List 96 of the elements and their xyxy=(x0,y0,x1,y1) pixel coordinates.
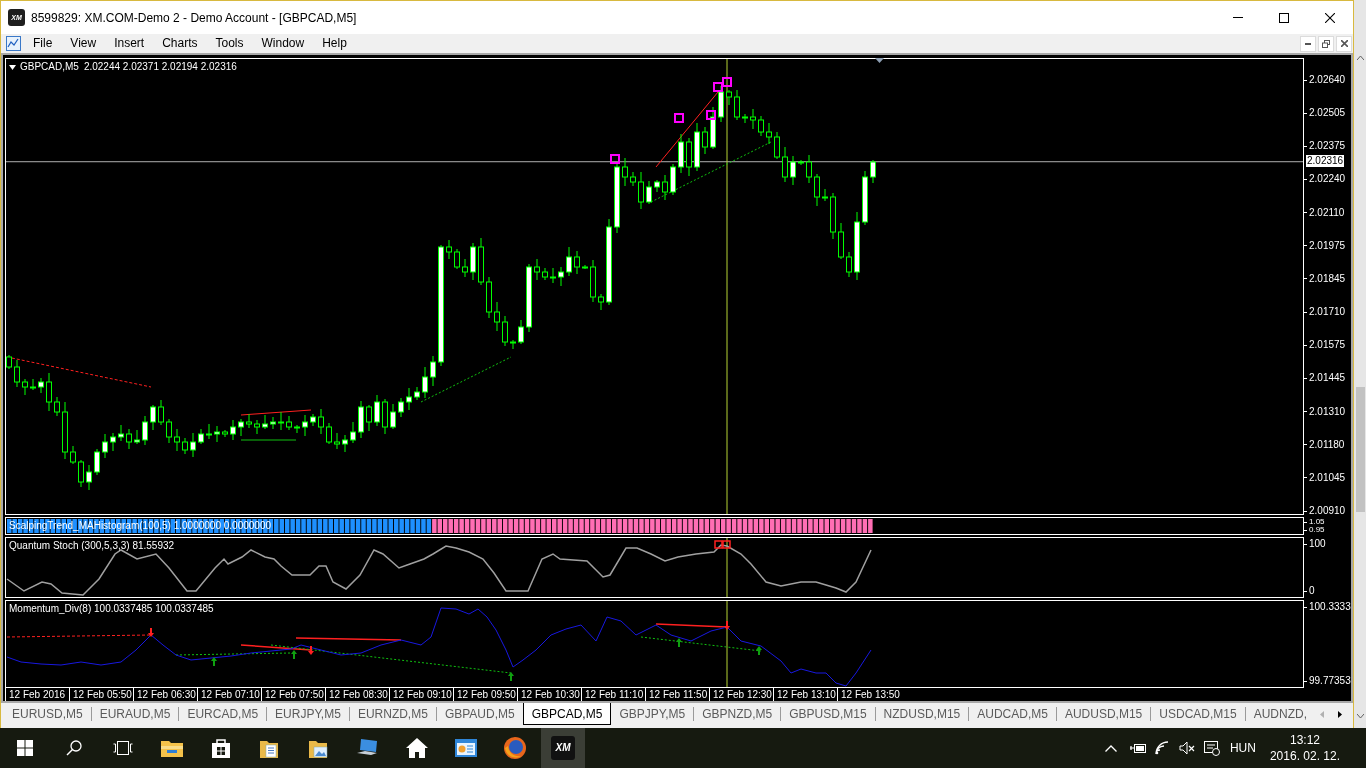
time-label: 12 Feb 13:50 xyxy=(841,688,900,701)
globe-icon xyxy=(502,736,527,760)
price-label: 2.01845 xyxy=(1309,272,1346,285)
minimize-icon xyxy=(1305,42,1311,45)
axis-label: 99.77353 xyxy=(1309,675,1351,687)
price-label: 2.01045 xyxy=(1309,471,1346,484)
price-label: 2.02640 xyxy=(1309,74,1346,86)
restore-icon xyxy=(1322,39,1330,48)
axis-label: 1.05 xyxy=(1309,518,1325,526)
chart-tab[interactable]: GBPAUD,M5 xyxy=(436,703,523,725)
time-label: 12 Feb 13:10 xyxy=(777,688,836,701)
time-label: 12 Feb 2016 xyxy=(9,688,66,701)
document-folder-icon xyxy=(259,738,280,758)
shopping-bag-icon xyxy=(210,738,231,758)
chart-tab[interactable]: USDCAD,M15 xyxy=(1151,703,1245,725)
trading-app-button[interactable]: XM xyxy=(541,728,585,768)
time-label: 12 Feb 09:50 xyxy=(457,688,516,701)
chart-tab[interactable]: NZDUSD,M15 xyxy=(875,703,969,725)
time-label: 12 Feb 09:10 xyxy=(393,688,452,701)
wifi-icon xyxy=(1154,741,1171,755)
message-icon xyxy=(1203,740,1220,756)
price-label: 2.02240 xyxy=(1309,173,1346,186)
axis-label: 0.95 xyxy=(1309,526,1325,534)
time-label: 12 Feb 08:30 xyxy=(329,688,388,701)
price-label: 2.01710 xyxy=(1309,306,1346,319)
maximize-icon xyxy=(1279,12,1289,23)
chart-tab[interactable]: AUDNZD, xyxy=(1245,703,1315,725)
menu-item[interactable]: Charts xyxy=(153,34,207,53)
search-icon xyxy=(65,740,82,756)
clock-date: 2016. 02. 12. xyxy=(1269,748,1340,764)
chart-window-icon xyxy=(454,739,477,757)
chart-tab[interactable]: EURNZD,M5 xyxy=(349,703,436,725)
menu-item[interactable]: View xyxy=(61,34,106,53)
price-label: 2.01445 xyxy=(1309,372,1346,385)
minimize-icon xyxy=(1233,17,1243,18)
price-label: 2.01575 xyxy=(1309,339,1346,352)
chart-tab[interactable]: EURAUD,M5 xyxy=(91,703,179,725)
time-label: 12 Feb 12:30 xyxy=(713,688,772,701)
axis-label: 100 xyxy=(1309,538,1326,550)
left-triangle-icon xyxy=(1320,710,1324,718)
scrollbar[interactable] xyxy=(1354,0,1366,728)
picture-folder-icon xyxy=(308,738,329,758)
chart-close-button[interactable] xyxy=(1336,35,1352,52)
folder-icon xyxy=(160,739,183,757)
close-icon xyxy=(1340,40,1348,47)
price-label: 2.02375 xyxy=(1309,140,1346,153)
language-indicator[interactable]: HUN xyxy=(1229,739,1256,757)
chart-tab[interactable]: EURCAD,M5 xyxy=(179,703,267,725)
price-label: 2.01180 xyxy=(1309,438,1345,451)
time-label: 12 Feb 06:30 xyxy=(137,688,196,701)
clock[interactable]: 13:12 2016. 02. 12. xyxy=(1269,728,1340,768)
chart-tab[interactable]: GBPUSD,M15 xyxy=(781,703,875,725)
price-label: 2.00910 xyxy=(1309,505,1346,517)
price-label: 2.02505 xyxy=(1309,107,1346,120)
time-label: 12 Feb 07:10 xyxy=(201,688,260,701)
chart-tab[interactable]: AUDUSD,M15 xyxy=(1056,703,1151,725)
axis-label: 0 xyxy=(1309,585,1315,597)
battery-icon xyxy=(1129,742,1146,754)
chart-minimize-button[interactable] xyxy=(1300,35,1316,52)
stacked-windows-icon xyxy=(112,741,133,755)
computer-icon xyxy=(356,738,379,758)
chart-tab[interactable]: AUDCAD,M5 xyxy=(969,703,1056,725)
menu-item[interactable]: File xyxy=(24,34,62,53)
chevron-up-icon xyxy=(1356,56,1364,60)
current-price-label: 2.02316 xyxy=(1306,154,1345,167)
menu-item[interactable]: Insert xyxy=(105,34,154,53)
window-panes-icon xyxy=(16,740,33,756)
chevron-down-icon xyxy=(1356,714,1364,718)
chart-tab[interactable]: EURUSD,M5 xyxy=(4,703,91,725)
time-label: 12 Feb 07:50 xyxy=(265,688,324,701)
chart-tab[interactable]: GBPCAD,M5 xyxy=(522,703,612,725)
speaker-muted-icon xyxy=(1178,741,1195,755)
price-label: 2.01975 xyxy=(1309,239,1346,252)
price-label: 2.01310 xyxy=(1309,405,1346,418)
home-icon xyxy=(405,738,428,758)
app-logo: XM xyxy=(551,736,575,760)
close-icon xyxy=(1325,12,1335,23)
right-triangle-icon xyxy=(1338,710,1342,718)
menu-item[interactable]: Help xyxy=(313,34,356,53)
menu-item[interactable]: Tools xyxy=(206,34,253,53)
price-label: 2.02110 xyxy=(1309,206,1345,219)
chart-restore-button[interactable] xyxy=(1318,35,1334,52)
time-label: 12 Feb 05:50 xyxy=(73,688,132,701)
chevron-up-icon xyxy=(1104,744,1117,752)
chart-tab[interactable]: GBPJPY,M5 xyxy=(611,703,694,725)
time-label: 12 Feb 11:50 xyxy=(649,688,708,701)
axis-label: 100.3333 xyxy=(1309,601,1351,613)
window-title: 8599829: XM.COM-Demo 2 - Demo Account - [GBPCAD,M5] xyxy=(31,9,357,27)
chart-tab[interactable]: EURJPY,M5 xyxy=(267,703,349,725)
scrollbar-thumb[interactable] xyxy=(1355,387,1365,512)
indicator-label: Quantum Stoch (300,5,3,3) 81.55932 xyxy=(9,540,175,552)
clock-time: 13:12 xyxy=(1289,732,1320,748)
time-label: 12 Feb 11:10 xyxy=(585,688,644,701)
menu-item[interactable]: Window xyxy=(252,34,314,53)
time-label: 12 Feb 10:30 xyxy=(521,688,580,701)
chart-tab[interactable]: GBPNZD,M5 xyxy=(694,703,781,725)
